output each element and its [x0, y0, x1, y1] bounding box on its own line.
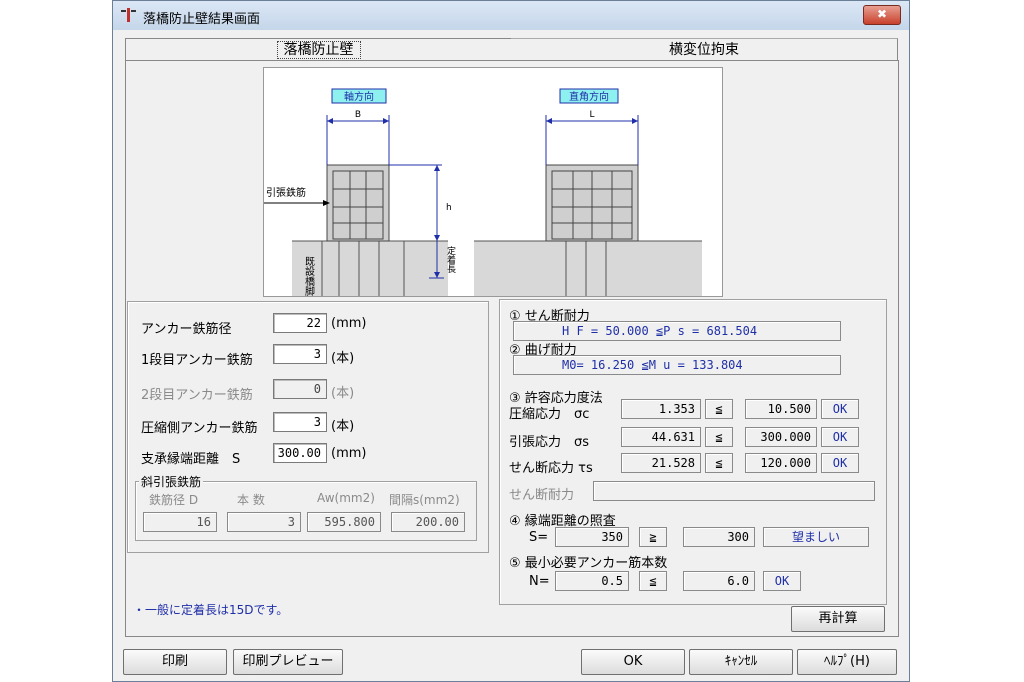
dim-h-label: h	[446, 203, 452, 213]
shear-stress-label: せん断応力 τs	[509, 461, 593, 476]
anchor-dia-input[interactable]: 22	[273, 313, 327, 333]
comp-stress-label: 圧縮応力 σc	[509, 407, 590, 422]
edge-distance-label: 支承縁端距離 S	[141, 452, 241, 467]
oblique-spacing-value: 200.00	[391, 512, 465, 532]
comp-anchor-unit: (本)	[331, 419, 355, 434]
rebar-label: 引張鉄筋	[266, 186, 306, 199]
oblique-header-dia: 鉄筋径 D	[149, 493, 199, 507]
cancel-button[interactable]: ｷｬﾝｾﾙ	[689, 649, 793, 675]
oblique-header-spacing: 間隔s(mm2)	[389, 493, 460, 507]
tab-rakkyou-wall[interactable]: 落橋防止壁	[125, 38, 512, 61]
result-window: 落橋防止壁結果画面 ✖ 落橋防止壁 横変位拘束 軸方向 直角方向 B L h 引…	[112, 0, 910, 682]
row1-anchor-label: 1段目アンカー鉄筋	[141, 353, 253, 368]
oblique-rebar-group	[135, 481, 477, 541]
anchor-dia-label: アンカー鉄筋径	[141, 322, 232, 337]
edge-check-limit: 300	[683, 527, 755, 547]
window-title: 落橋防止壁結果画面	[143, 12, 261, 27]
pier-label: 既設橋脚	[303, 256, 315, 296]
min-anchor-prefix: N=	[529, 574, 550, 589]
comp-stress-op: ≦	[705, 399, 733, 419]
dim-l-label: L	[589, 110, 594, 120]
recalculate-button[interactable]: 再計算	[791, 606, 885, 632]
oblique-dia-value: 16	[143, 512, 217, 532]
close-button[interactable]: ✖	[863, 5, 901, 25]
shear-stress-status: OK	[821, 453, 859, 473]
tab-label: 横変位拘束	[669, 42, 739, 58]
oblique-aw-value: 595.800	[307, 512, 381, 532]
edge-distance-unit: (mm)	[331, 446, 367, 461]
row2-anchor-unit: (本)	[331, 386, 355, 401]
app-icon	[121, 8, 136, 22]
oblique-rebar-title: 斜引張鉄筋	[139, 473, 204, 490]
print-preview-button[interactable]: 印刷プレビュー	[233, 649, 343, 675]
title-bar: 落橋防止壁結果画面 ✖	[113, 1, 909, 30]
tens-stress-status: OK	[821, 427, 859, 447]
row2-anchor-input: 0	[273, 379, 327, 399]
shear-capacity-result: H F = 50.000 ≦P s = 681.504	[513, 321, 841, 341]
anchor-length-label: 定着長	[445, 245, 456, 274]
tab-label: 落橋防止壁	[276, 41, 361, 59]
shear-stress-op: ≦	[705, 453, 733, 473]
tab-lateral-restraint[interactable]: 横変位拘束	[511, 38, 898, 61]
structure-diagram: 軸方向 直角方向 B L h 引張鉄筋 既設橋脚 定着長	[263, 67, 723, 297]
bending-capacity-result: M0= 16.250 ≦M u = 133.804	[513, 355, 841, 375]
min-anchor-status: OK	[763, 571, 801, 591]
min-anchor-limit: 6.0	[683, 571, 755, 591]
oblique-count-value: 3	[227, 512, 301, 532]
edge-check-value: 350	[555, 527, 629, 547]
min-anchor-value: 0.5	[555, 571, 629, 591]
right-view-title: 直角方向	[569, 90, 609, 103]
min-anchor-title: ⑤ 最小必要アンカー筋本数	[509, 556, 668, 571]
tens-stress-op: ≦	[705, 427, 733, 447]
shear-stress-value: 21.528	[621, 453, 701, 473]
oblique-header-count: 本 数	[237, 493, 265, 507]
min-anchor-op: ≦	[639, 571, 667, 591]
shear-stress-limit: 120.000	[745, 453, 817, 473]
left-view-title: 軸方向	[344, 90, 374, 103]
anchor-dia-unit: (mm)	[331, 316, 367, 331]
shear-cap-value	[593, 481, 875, 501]
comp-stress-status: OK	[821, 399, 859, 419]
tens-stress-limit: 300.000	[745, 427, 817, 447]
help-button[interactable]: ﾍﾙﾌﾟ(H)	[797, 649, 897, 675]
row2-anchor-label: 2段目アンカー鉄筋	[141, 388, 253, 403]
dim-b-label: B	[355, 110, 361, 120]
comp-anchor-input[interactable]: 3	[273, 412, 327, 432]
shear-cap-label: せん断耐力	[509, 488, 575, 503]
comp-stress-value: 1.353	[621, 399, 701, 419]
row1-anchor-unit: (本)	[331, 351, 355, 366]
anchorage-note: ・一般に定着長は15Dです。	[133, 603, 289, 617]
edge-distance-input[interactable]: 300.00	[273, 443, 327, 463]
row1-anchor-input[interactable]: 3	[273, 344, 327, 364]
edge-check-op: ≧	[639, 527, 667, 547]
edge-check-prefix: S=	[529, 530, 549, 545]
edge-check-status: 望ましい	[763, 527, 869, 547]
diagram-drawing: 軸方向 直角方向 B L h 引張鉄筋 既設橋脚 定着長	[264, 88, 702, 297]
comp-anchor-label: 圧縮側アンカー鉄筋	[141, 421, 258, 436]
tens-stress-label: 引張応力 σs	[509, 435, 590, 450]
ok-button[interactable]: OK	[581, 649, 685, 675]
oblique-header-aw: Aw(mm2)	[317, 491, 375, 505]
tens-stress-value: 44.631	[621, 427, 701, 447]
comp-stress-limit: 10.500	[745, 399, 817, 419]
print-button[interactable]: 印刷	[123, 649, 227, 675]
